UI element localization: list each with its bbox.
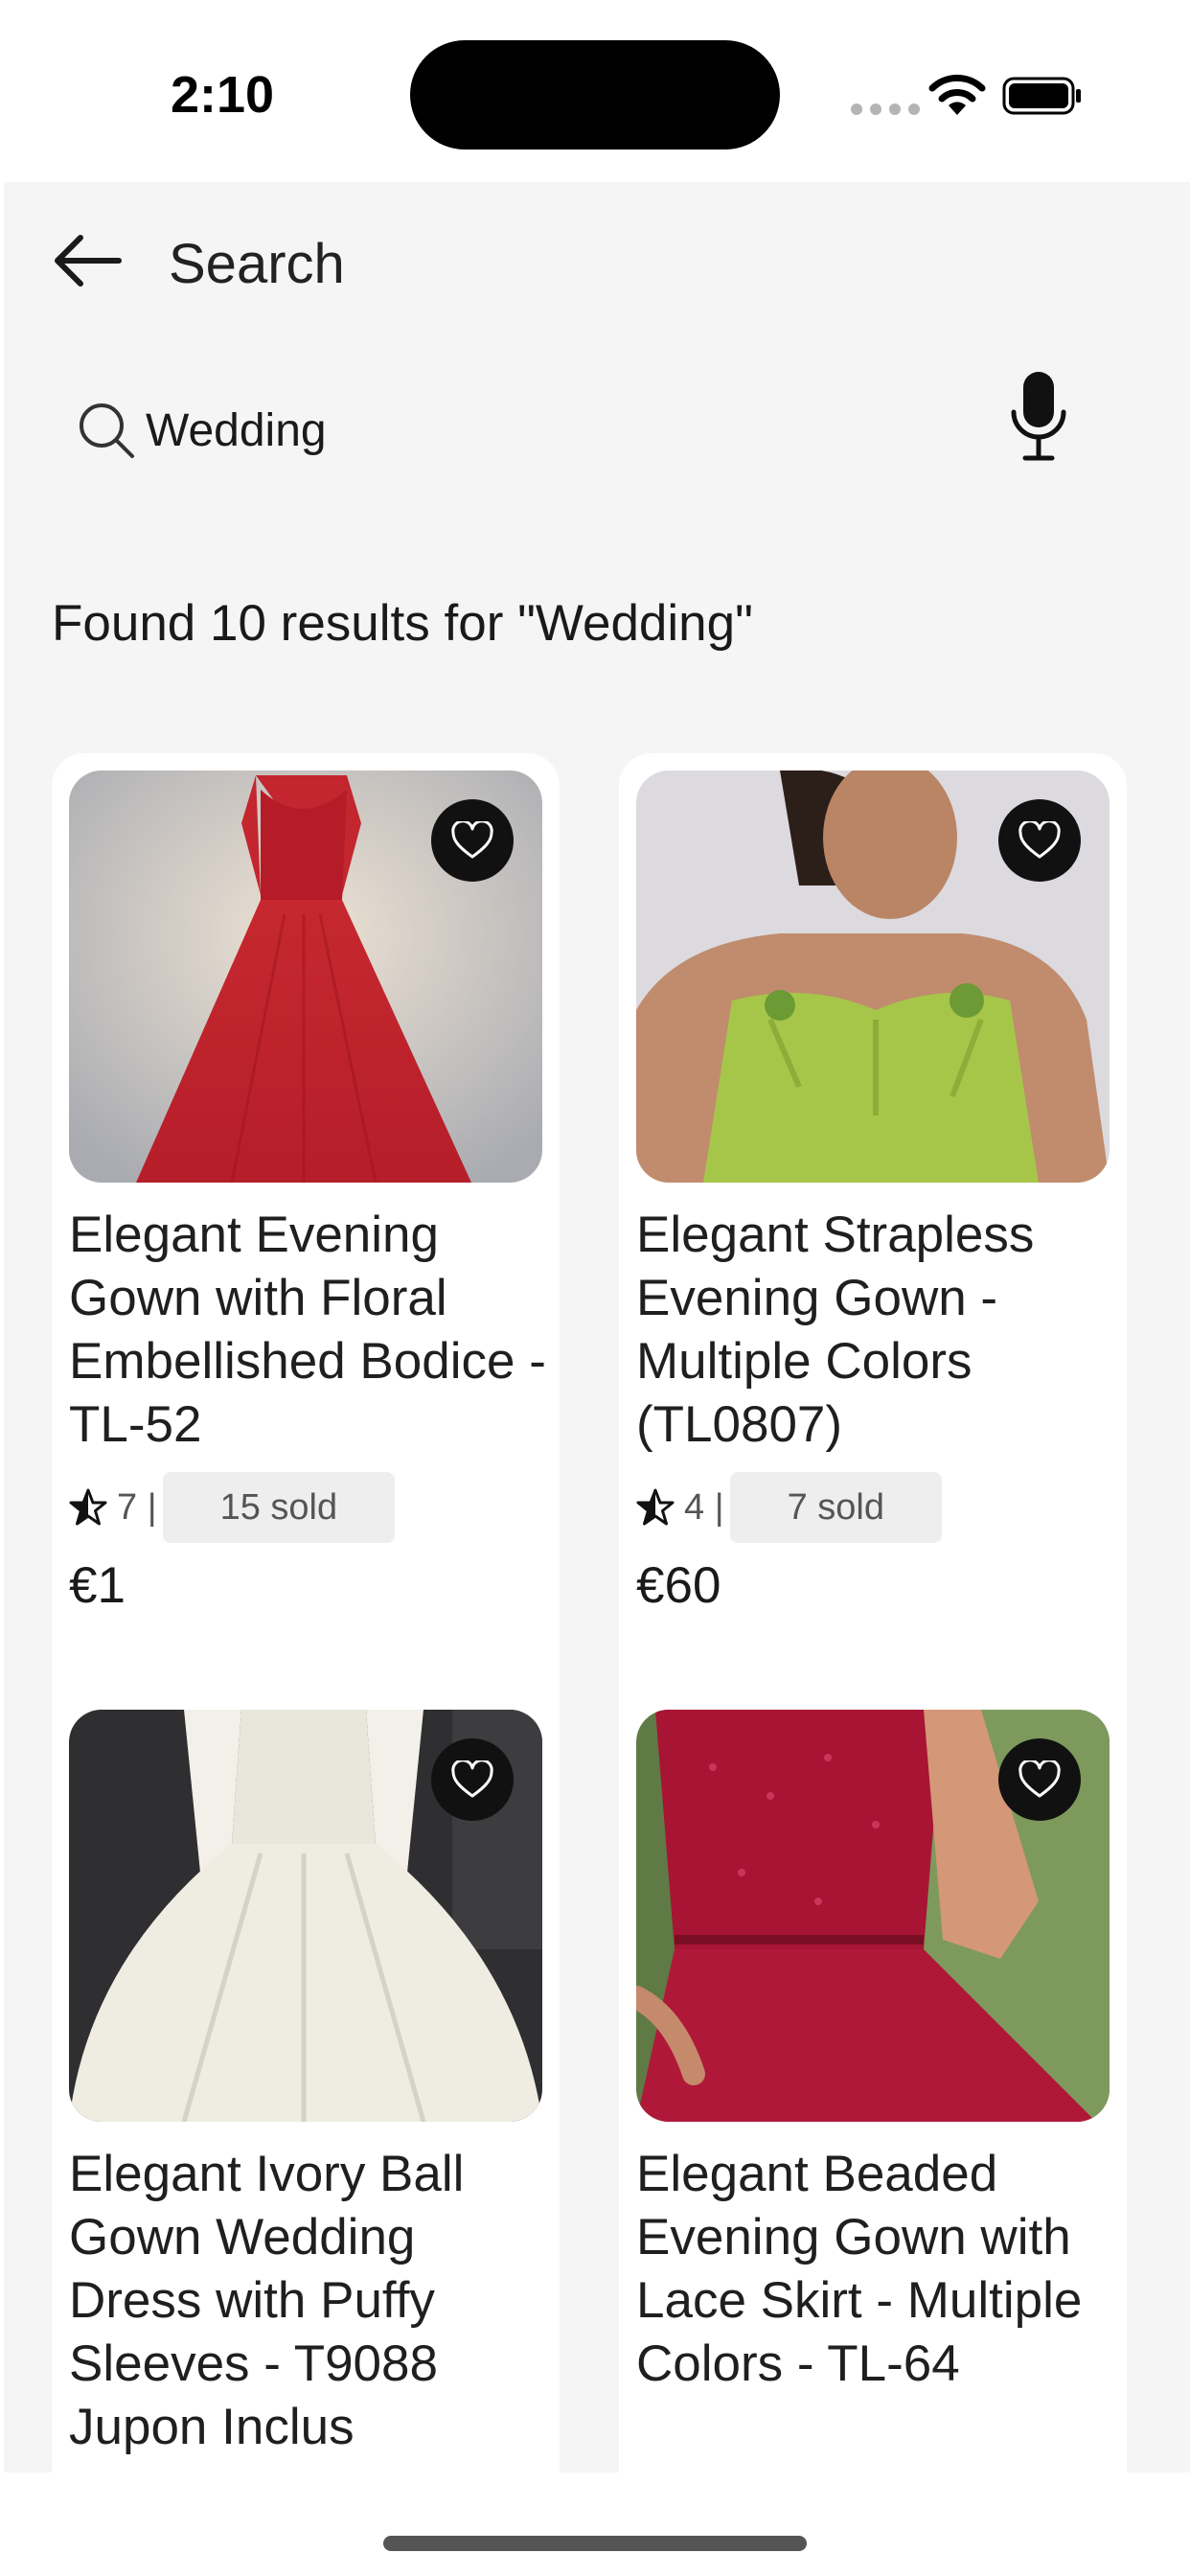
star-icon xyxy=(69,1488,107,1526)
cellular-signal-icon xyxy=(851,104,920,115)
product-price: €1 xyxy=(69,1557,126,1614)
heart-icon xyxy=(1018,821,1061,859)
product-price: €60 xyxy=(636,1557,721,1614)
product-image[interactable] xyxy=(69,1710,542,2122)
dynamic-island xyxy=(410,40,780,150)
sold-badge: 7 sold xyxy=(729,1472,942,1543)
favorite-button[interactable] xyxy=(998,799,1081,882)
heart-icon xyxy=(451,1760,493,1798)
page-title: Search xyxy=(169,233,345,295)
favorite-button[interactable] xyxy=(431,799,514,882)
header: Search xyxy=(4,182,1190,355)
product-image[interactable] xyxy=(69,770,542,1183)
product-card[interactable]: Elegant Beaded Evening Gown with Lace Sk… xyxy=(619,1692,1127,2472)
product-meta: 7 | 15 sold xyxy=(69,1472,396,1543)
wifi-icon xyxy=(928,74,986,115)
battery-icon xyxy=(1002,77,1081,115)
product-meta: 4 | 7 sold xyxy=(636,1472,942,1543)
status-bar: 2:10 xyxy=(0,0,1190,182)
product-title: Elegant Ivory Ball Gown Wedding Dress wi… xyxy=(69,2146,465,2455)
product-title: Elegant Strapless Evening Gown - Multipl… xyxy=(636,1207,1035,1453)
product-card[interactable]: Elegant Ivory Ball Gown Wedding Dress wi… xyxy=(52,1692,560,2472)
rating-text: 4 | xyxy=(684,1486,724,1528)
microphone-icon[interactable] xyxy=(1008,370,1069,462)
home-indicator[interactable] xyxy=(383,2536,807,2551)
results-count: Found 10 results for "Wedding" xyxy=(52,595,753,652)
favorite-button[interactable] xyxy=(431,1738,514,1821)
search-bar[interactable] xyxy=(46,374,1148,489)
favorite-button[interactable] xyxy=(998,1738,1081,1821)
status-time: 2:10 xyxy=(171,66,275,124)
sold-badge: 15 sold xyxy=(162,1472,396,1543)
star-icon xyxy=(636,1488,675,1526)
product-card[interactable]: Elegant Evening Gown with Floral Embelli… xyxy=(52,753,560,1834)
search-screen: Search Found 10 results for "Wedding" xyxy=(4,182,1190,2472)
heart-icon xyxy=(1018,1760,1061,1798)
product-card[interactable]: Elegant Strapless Evening Gown - Multipl… xyxy=(619,753,1127,1834)
product-title: Elegant Evening Gown with Floral Embelli… xyxy=(69,1207,546,1453)
product-title: Elegant Beaded Evening Gown with Lace Sk… xyxy=(636,2146,1083,2392)
back-arrow-icon[interactable] xyxy=(50,232,123,289)
heart-icon xyxy=(451,821,493,859)
rating-text: 7 | xyxy=(117,1486,157,1528)
product-image[interactable] xyxy=(636,1710,1110,2122)
search-input[interactable] xyxy=(146,387,1008,473)
product-image[interactable] xyxy=(636,770,1110,1183)
search-icon xyxy=(80,403,134,458)
